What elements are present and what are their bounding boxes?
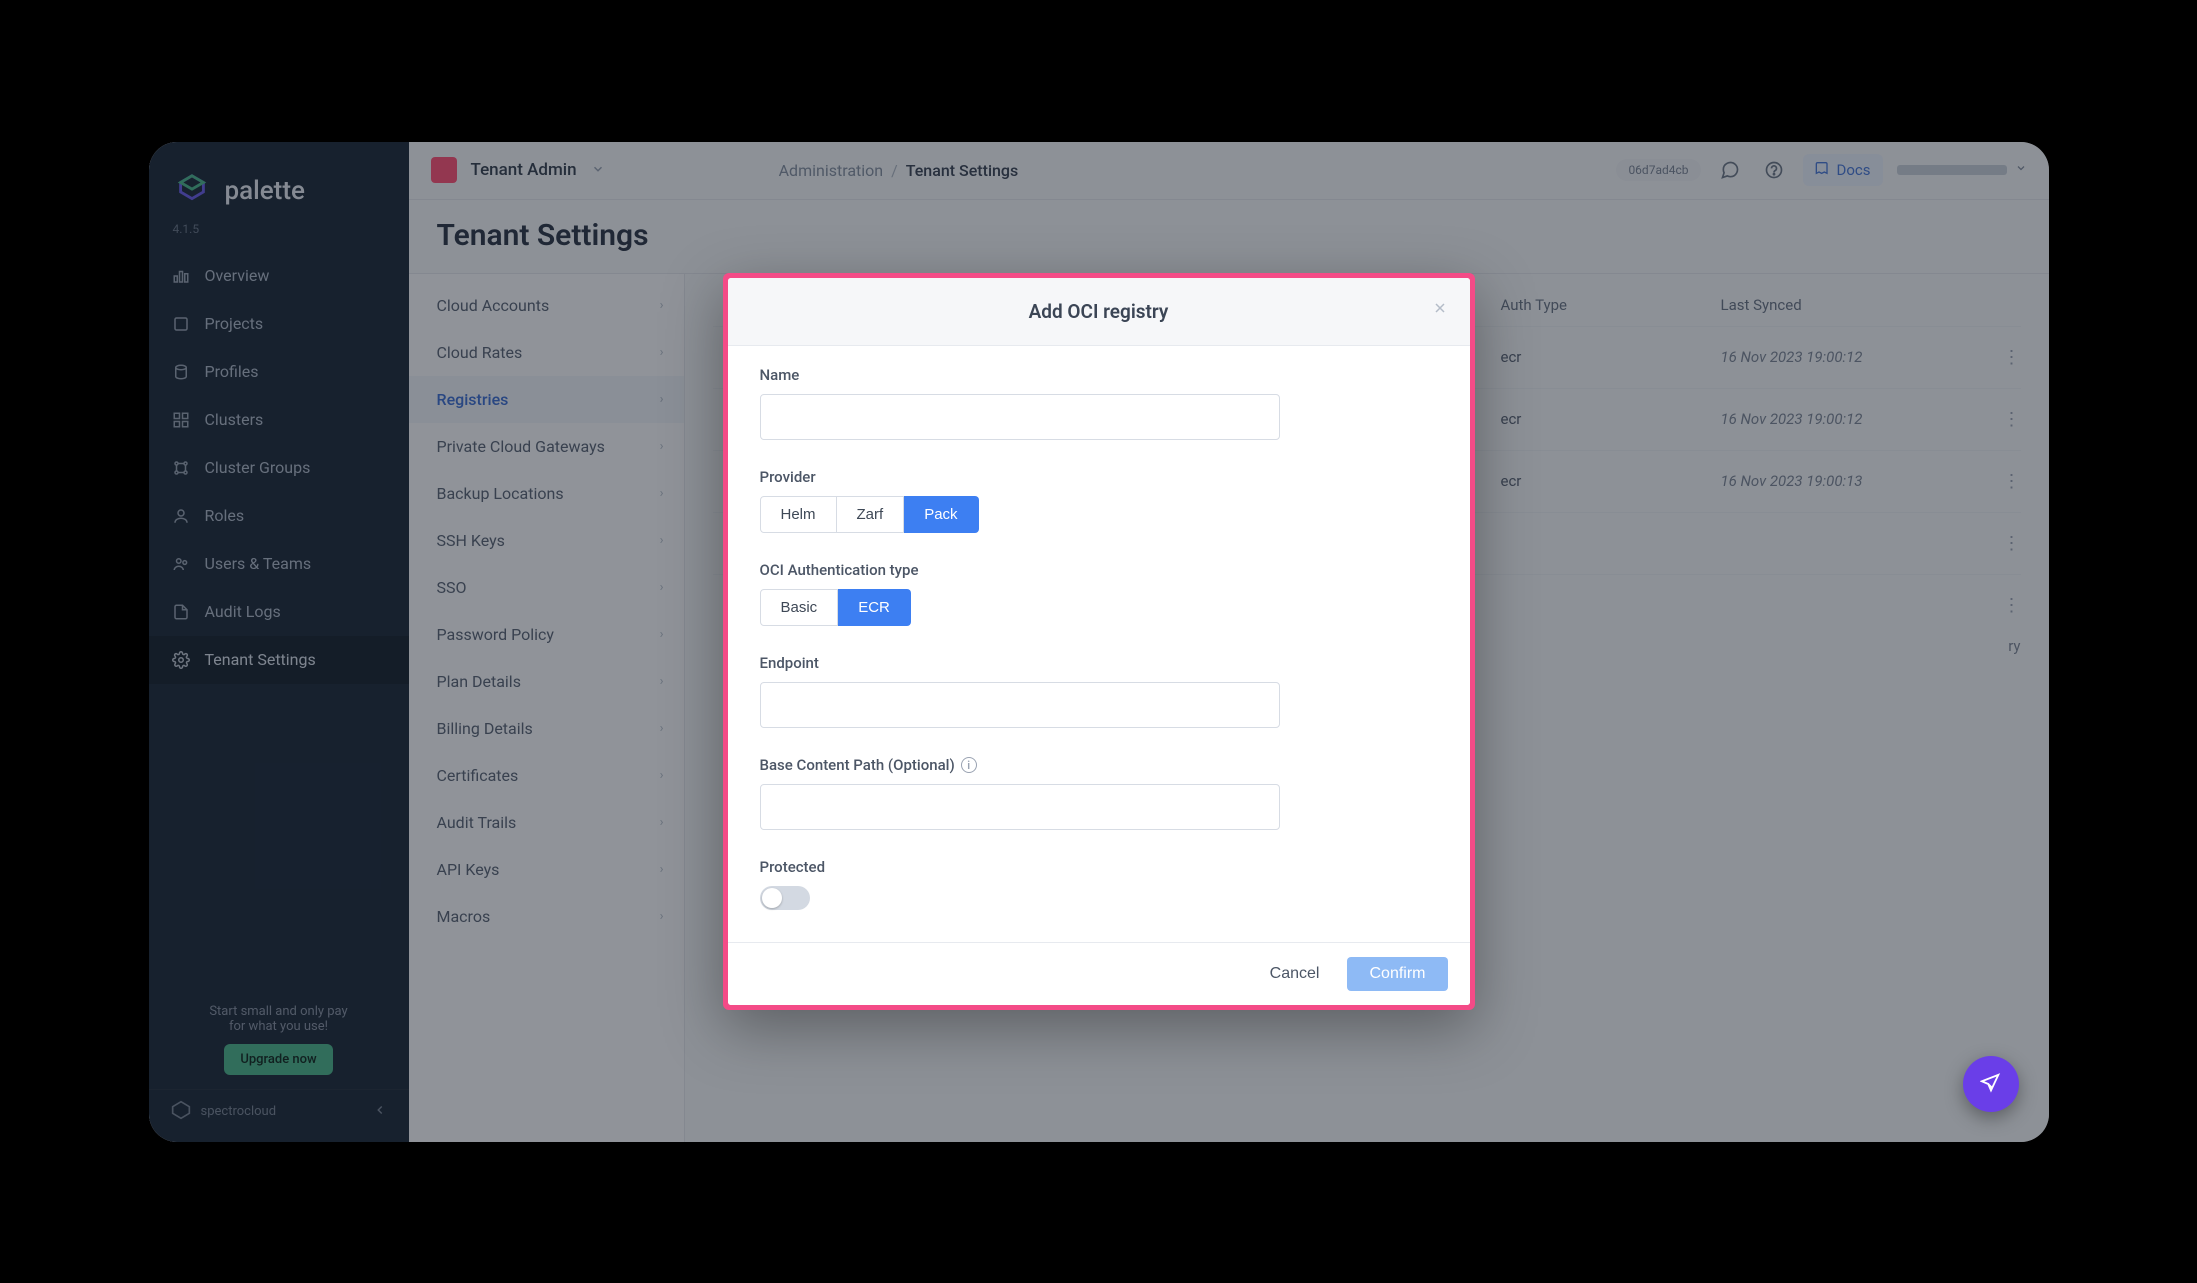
app-frame: palette 4.1.5 Overview Projects Profiles [149, 142, 2049, 1142]
name-input[interactable] [760, 394, 1280, 440]
cancel-button[interactable]: Cancel [1256, 957, 1334, 991]
protected-label: Protected [760, 858, 1438, 876]
info-icon[interactable]: i [961, 757, 977, 773]
modal-header: Add OCI registry [728, 278, 1470, 346]
provider-option-pack[interactable]: Pack [904, 496, 978, 533]
auth-segmented: Basic ECR [760, 589, 1438, 626]
auth-option-basic[interactable]: Basic [760, 589, 839, 626]
endpoint-input[interactable] [760, 682, 1280, 728]
modal-title: Add OCI registry [752, 300, 1446, 323]
add-oci-registry-modal: Add OCI registry Name Provider Helm [728, 278, 1470, 1005]
provider-option-helm[interactable]: Helm [760, 496, 837, 533]
endpoint-label: Endpoint [760, 654, 1438, 672]
confirm-button[interactable]: Confirm [1347, 957, 1447, 991]
toggle-knob [762, 888, 782, 908]
auth-option-ecr[interactable]: ECR [838, 589, 911, 626]
provider-segmented: Helm Zarf Pack [760, 496, 1438, 533]
name-label: Name [760, 366, 1438, 384]
close-icon[interactable] [1428, 296, 1452, 320]
protected-toggle[interactable] [760, 886, 810, 910]
basepath-label: Base Content Path (Optional) i [760, 756, 1438, 774]
modal-footer: Cancel Confirm [728, 942, 1470, 1005]
auth-label: OCI Authentication type [760, 561, 1438, 579]
provider-option-zarf[interactable]: Zarf [837, 496, 905, 533]
modal-overlay: Add OCI registry Name Provider Helm [149, 142, 2049, 1142]
basepath-label-text: Base Content Path (Optional) [760, 756, 955, 774]
modal-body: Name Provider Helm Zarf Pack OCI Authent… [728, 346, 1470, 942]
modal-highlight-border: Add OCI registry Name Provider Helm [723, 273, 1475, 1010]
provider-label: Provider [760, 468, 1438, 486]
help-fab[interactable] [1963, 1056, 2019, 1112]
basepath-input[interactable] [760, 784, 1280, 830]
